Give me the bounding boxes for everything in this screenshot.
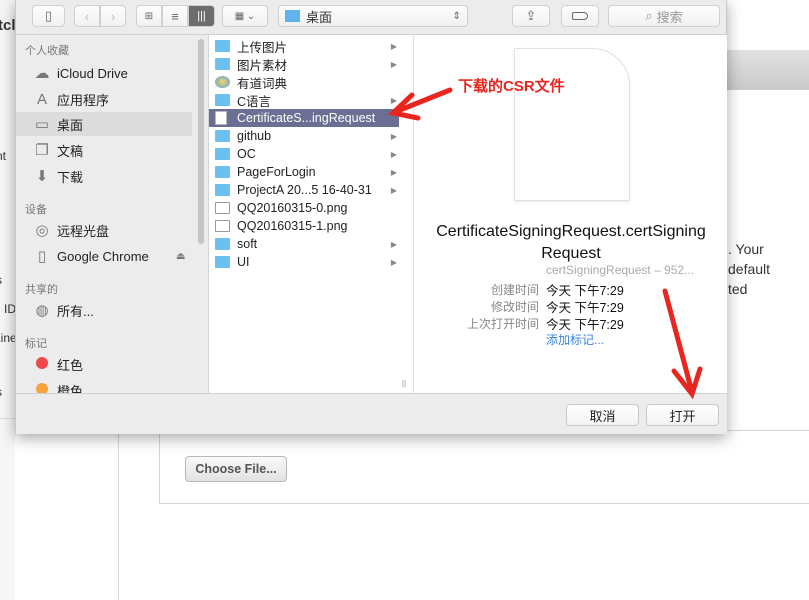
arrow-to-file-icon: [387, 87, 453, 121]
annotation-arrows: [387, 87, 703, 400]
arrow-to-open-icon: [662, 288, 703, 400]
